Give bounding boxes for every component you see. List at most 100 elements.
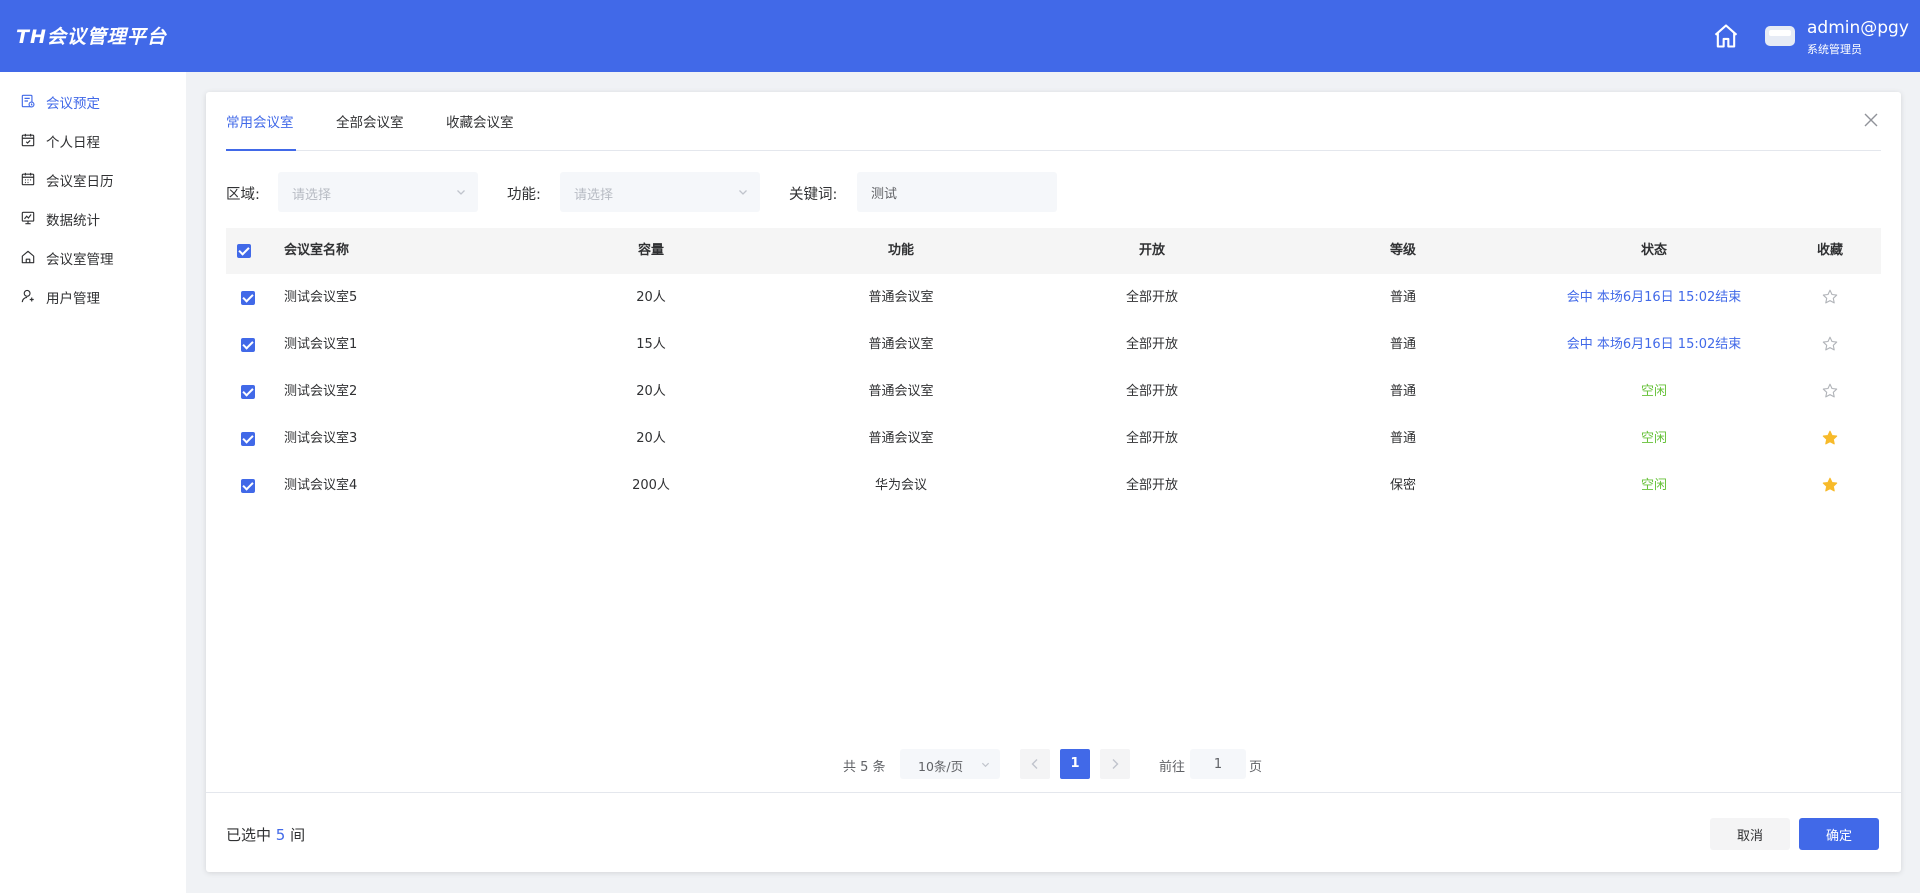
sidebar-item-label: 会议室日历	[46, 174, 114, 190]
user-role: 系统管理员	[1807, 43, 1862, 56]
calendar-icon	[21, 172, 35, 186]
sidebar-item-label: 会议室管理	[46, 252, 114, 268]
prev-page-button[interactable]	[1020, 749, 1050, 779]
sidebar-item-booking[interactable]: 会议预定	[0, 86, 186, 116]
row-checkbox[interactable]	[241, 338, 255, 352]
function-select[interactable]: 请选择	[560, 172, 760, 212]
pagination-total: 共 5 条	[843, 760, 886, 775]
sidebar-item-label: 数据统计	[46, 213, 100, 229]
star-filled-icon[interactable]	[1822, 430, 1838, 446]
room-capacity: 20人	[636, 431, 666, 446]
room-open: 全部开放	[1125, 431, 1179, 446]
col-favorite: 收藏	[1816, 243, 1844, 258]
star-outline-icon[interactable]	[1822, 383, 1838, 399]
chevron-down-icon	[981, 762, 990, 768]
sidebar-item-label: 会议预定	[46, 96, 100, 112]
sidebar-item-statistics[interactable]: 数据统计	[0, 203, 186, 233]
sidebar-item-calendar[interactable]: 会议室日历	[0, 164, 186, 194]
star-outline-icon[interactable]	[1822, 336, 1838, 352]
sidebar-item-room-management[interactable]: 会议室管理	[0, 242, 186, 272]
table-row[interactable]: 测试会议室4 200人 华为会议 全部开放 保密 空闲	[226, 462, 1881, 509]
col-function: 功能	[887, 243, 915, 258]
tab-frequent-rooms[interactable]: 常用会议室	[226, 111, 294, 151]
room-name: 测试会议室4	[284, 478, 358, 493]
room-level: 普通	[1389, 384, 1417, 399]
function-placeholder: 请选择	[574, 188, 614, 203]
table-row[interactable]: 测试会议室2 20人 普通会议室 全部开放 普通 空闲	[226, 368, 1881, 415]
room-level: 保密	[1389, 478, 1417, 493]
goto-label: 前往	[1159, 760, 1186, 775]
room-name: 测试会议室3	[284, 431, 358, 446]
page-suffix-label: 页	[1249, 760, 1263, 775]
sidebar-item-schedule[interactable]: 个人日程	[0, 125, 186, 155]
room-level: 普通	[1389, 290, 1417, 305]
area-placeholder: 请选择	[292, 188, 332, 203]
top-header: TH会议管理平台 admin@pgy 系统管理员	[0, 0, 1920, 72]
selected-summary: 已选中 5 间	[226, 824, 305, 845]
booking-icon	[21, 94, 35, 108]
room-function: 普通会议室	[868, 431, 934, 446]
room-function: 普通会议室	[868, 384, 934, 399]
room-select-panel: 常用会议室 全部会议室 收藏会议室 区域: 请选择 功能: 请选择 关键词: 会…	[206, 92, 1901, 872]
room-function: 普通会议室	[868, 290, 934, 305]
sidebar-item-user-management[interactable]: 用户管理	[0, 281, 186, 311]
room-name: 测试会议室2	[284, 384, 358, 399]
app-logo: TH会议管理平台	[16, 26, 167, 48]
home-icon[interactable]	[1712, 22, 1740, 50]
goto-page-input[interactable]	[1190, 749, 1246, 779]
room-level: 普通	[1389, 337, 1417, 352]
row-checkbox[interactable]	[241, 432, 255, 446]
row-checkbox[interactable]	[241, 291, 255, 305]
sidebar-item-label: 用户管理	[46, 291, 100, 307]
table-header: 会议室名称 容量 功能 开放 等级 状态 收藏	[226, 228, 1881, 274]
room-open: 全部开放	[1125, 384, 1179, 399]
user-icon	[21, 289, 34, 303]
star-outline-icon[interactable]	[1822, 289, 1838, 305]
col-open: 开放	[1138, 243, 1166, 258]
room-status: 会中 本场6月16日 15:02结束	[1566, 337, 1742, 352]
room-status: 空闲	[1640, 384, 1668, 399]
cancel-button[interactable]: 取消	[1710, 818, 1790, 850]
chevron-left-icon	[1031, 759, 1038, 769]
user-name[interactable]: admin@pgy	[1807, 18, 1909, 38]
area-select[interactable]: 请选择	[278, 172, 478, 212]
select-all-checkbox[interactable]	[237, 244, 251, 258]
sidebar-item-label: 个人日程	[46, 135, 100, 151]
page-size-value: 10条/页	[918, 759, 964, 774]
col-level: 等级	[1389, 243, 1417, 258]
room-name: 测试会议室1	[284, 337, 358, 352]
room-capacity: 200人	[632, 478, 670, 493]
chart-icon	[21, 211, 35, 225]
room-open: 全部开放	[1125, 337, 1179, 352]
page-size-select[interactable]: 10条/页	[900, 749, 1000, 779]
star-filled-icon[interactable]	[1822, 477, 1838, 493]
table-row[interactable]: 测试会议室1 15人 普通会议室 全部开放 普通 会中 本场6月16日 15:02结束	[226, 321, 1881, 368]
room-open: 全部开放	[1125, 290, 1179, 305]
room-capacity: 20人	[636, 384, 666, 399]
selected-prefix: 已选中	[226, 826, 272, 844]
tab-all-rooms[interactable]: 全部会议室	[336, 111, 404, 151]
footer-divider	[206, 792, 1901, 793]
row-checkbox[interactable]	[241, 479, 255, 493]
table-row[interactable]: 测试会议室3 20人 普通会议室 全部开放 普通 空闲	[226, 415, 1881, 462]
sidebar: 会议预定 个人日程 会议室日历 数据统计 会议室管理 用户管理	[0, 72, 186, 893]
tab-favorite-rooms[interactable]: 收藏会议室	[446, 111, 514, 151]
avatar[interactable]	[1765, 26, 1795, 46]
confirm-button[interactable]: 确定	[1799, 818, 1879, 850]
room-name: 测试会议室5	[284, 290, 358, 305]
keyword-input[interactable]	[857, 172, 1057, 212]
area-label: 区域:	[226, 187, 260, 203]
chevron-down-icon	[739, 190, 747, 195]
table-row[interactable]: 测试会议室5 20人 普通会议室 全部开放 普通 会中 本场6月16日 15:02结束	[226, 274, 1881, 321]
col-capacity: 容量	[637, 243, 665, 258]
tabs-divider	[226, 150, 1881, 151]
page-number-current[interactable]: 1	[1060, 749, 1090, 779]
active-tab-indicator	[226, 149, 296, 151]
room-capacity: 20人	[636, 290, 666, 305]
room-status: 空闲	[1640, 478, 1668, 493]
room-level: 普通	[1389, 431, 1417, 446]
close-icon[interactable]	[1863, 112, 1879, 128]
building-icon	[21, 250, 35, 264]
row-checkbox[interactable]	[241, 385, 255, 399]
next-page-button[interactable]	[1100, 749, 1130, 779]
